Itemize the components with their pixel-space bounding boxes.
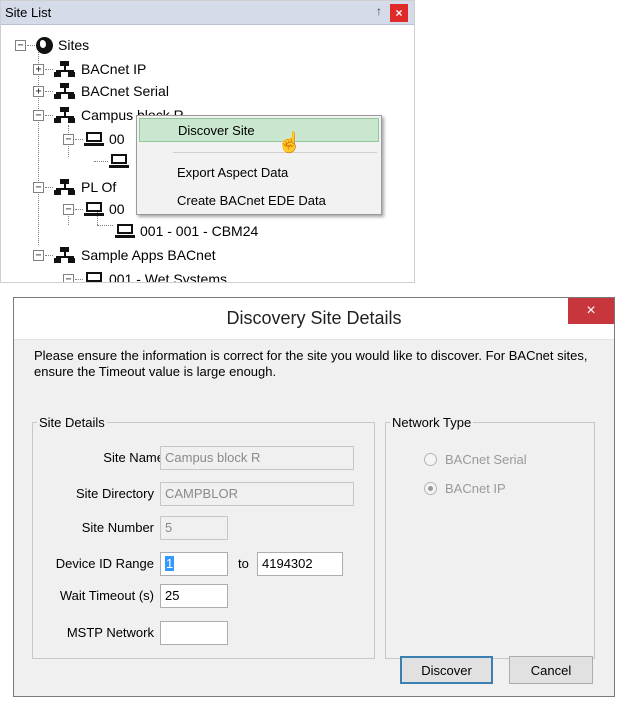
wait-timeout-label: Wait Timeout (s) [59, 588, 154, 603]
site-list-panel: Site List ↑ × − Sites + BACnet IP + BACn… [0, 0, 415, 283]
radio-label: BACnet IP [445, 481, 506, 496]
expand-icon[interactable]: + [33, 63, 44, 75]
mstp-network-field[interactable] [160, 621, 228, 645]
collapse-icon[interactable]: − [15, 39, 26, 51]
device-id-to-field[interactable]: 4194302 [257, 552, 343, 576]
close-icon[interactable]: × [568, 298, 614, 324]
menu-separator [173, 152, 377, 153]
device-id-from-field[interactable]: 1 [160, 552, 228, 576]
controller-icon [115, 223, 135, 239]
discovery-site-details-dialog: Discovery Site Details × Please ensure t… [13, 297, 615, 697]
mstp-network-label: MSTP Network [66, 625, 154, 640]
context-menu: Discover Site Export Aspect Data Create … [136, 115, 382, 215]
selected-text: 1 [165, 556, 175, 571]
tree-node-pl-office[interactable]: − PL Of [33, 177, 116, 197]
collapse-icon[interactable]: − [33, 109, 44, 121]
tree-node-bacnet-serial[interactable]: + BACnet Serial [33, 81, 169, 101]
instructions-text: Please ensure the information is correct… [34, 348, 588, 379]
menu-item-export-aspect-data[interactable]: Export Aspect Data [139, 160, 379, 184]
globe-icon [36, 36, 53, 54]
discover-button[interactable]: Discover [400, 656, 493, 684]
tree-node-label: 001 - Wet Systems [109, 271, 228, 283]
site-directory-field: CAMPBLOR [160, 482, 354, 506]
site-number-field: 5 [160, 516, 228, 540]
network-icon [54, 247, 76, 263]
close-icon[interactable]: × [390, 4, 408, 22]
collapse-icon[interactable]: − [63, 203, 74, 215]
device-id-range-label: Device ID Range [55, 556, 154, 571]
tree-node-label: BACnet IP [81, 61, 147, 77]
radio-button[interactable] [424, 482, 437, 495]
panel-title: Site List [5, 5, 52, 20]
wait-timeout-field[interactable]: 25 [160, 584, 228, 608]
menu-item-label: Export Aspect Data [177, 164, 289, 180]
expand-icon[interactable]: + [33, 85, 44, 97]
menu-item-label: Create BACnet EDE Data [177, 192, 326, 208]
tree-node-label: 00 [109, 131, 125, 147]
menu-item-discover-site[interactable]: Discover Site [139, 118, 379, 142]
device-icon [84, 201, 104, 217]
tree-line [97, 225, 113, 226]
tree-node-cbm24[interactable]: 001 - 001 - CBM24 [115, 221, 258, 241]
radio-bacnet-serial[interactable]: BACnet Serial [424, 452, 527, 467]
tree-node-sample-apps[interactable]: − Sample Apps BACnet [33, 245, 216, 265]
hand-cursor-icon: ☝ [277, 132, 302, 154]
menu-item-create-bacnet-ede-data[interactable]: Create BACnet EDE Data [139, 188, 379, 212]
to-label: to [238, 556, 249, 571]
tree-node-device[interactable]: − 00 [63, 199, 125, 219]
device-icon [84, 131, 104, 147]
device-icon [84, 271, 104, 282]
group-legend: Site Details [39, 415, 105, 430]
radio-bacnet-ip[interactable]: BACnet IP [424, 481, 506, 496]
tree-node-controller[interactable] [93, 151, 134, 171]
collapse-icon[interactable]: − [63, 133, 74, 145]
group-legend: Network Type [392, 415, 472, 430]
cancel-button[interactable]: Cancel [509, 656, 593, 684]
controller-icon [109, 153, 129, 169]
collapse-icon[interactable]: − [33, 249, 44, 261]
tree-node-label: Sites [58, 37, 90, 53]
dialog-titlebar: Discovery Site Details × [14, 298, 614, 340]
menu-item-label: Discover Site [178, 122, 255, 138]
panel-header: Site List ↑ × [1, 1, 414, 25]
site-number-label: Site Number [81, 520, 154, 535]
tree-node-wet-systems[interactable]: − 001 - Wet Systems [63, 269, 228, 283]
tree-node-label: 00 [109, 201, 125, 217]
collapse-icon[interactable]: − [33, 181, 44, 193]
site-name-label: Site Name [103, 450, 164, 465]
radio-button[interactable] [424, 453, 437, 466]
tree-node-label: Sample Apps BACnet [81, 247, 216, 263]
network-icon [54, 179, 76, 195]
site-name-field: Campus block R [160, 446, 354, 470]
tree-node-label: PL Of [81, 179, 117, 195]
tree-node-bacnet-ip[interactable]: + BACnet IP [33, 59, 146, 79]
expand-icon[interactable]: − [63, 273, 74, 282]
radio-label: BACnet Serial [445, 452, 527, 467]
tree-node-label: 001 - 001 - CBM24 [140, 223, 259, 239]
network-icon [54, 83, 76, 99]
network-icon [54, 61, 76, 77]
pin-icon[interactable]: ↑ [376, 4, 382, 18]
tree-node-sites[interactable]: − Sites [15, 35, 89, 55]
dialog-title: Discovery Site Details [226, 308, 402, 328]
network-icon [54, 107, 76, 123]
tree-node-device[interactable]: − 00 [63, 129, 125, 149]
tree-node-label: BACnet Serial [81, 83, 169, 99]
site-directory-label: Site Directory [75, 486, 154, 501]
